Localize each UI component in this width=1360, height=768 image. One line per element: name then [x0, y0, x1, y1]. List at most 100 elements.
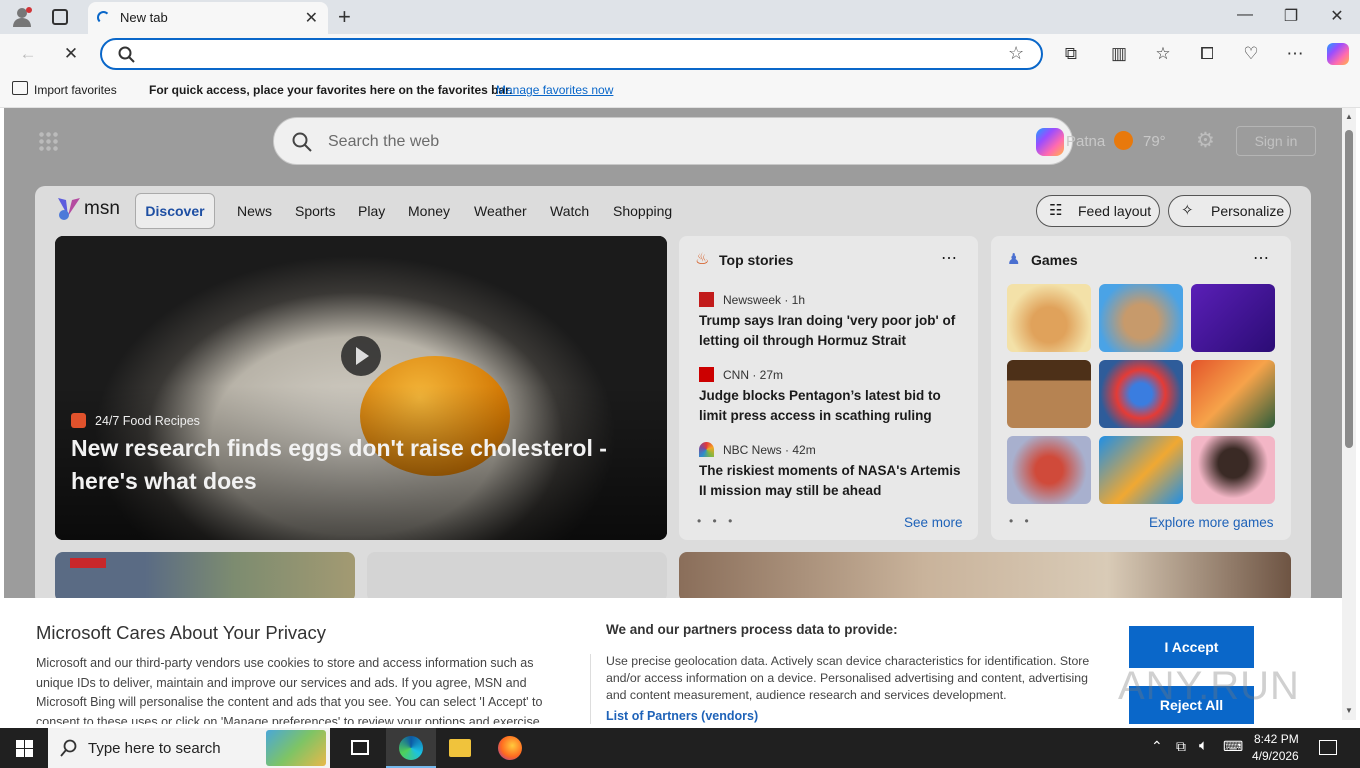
close-tab-icon[interactable]: ✕: [305, 8, 318, 28]
scroll-down-arrow[interactable]: ▼: [1345, 706, 1353, 715]
tab-actions-icon[interactable]: [52, 9, 68, 25]
show-hidden-icons[interactable]: ⌃: [1151, 738, 1163, 755]
copilot-icon[interactable]: [1036, 128, 1064, 156]
scroll-up-arrow[interactable]: ▲: [1345, 112, 1353, 121]
explore-more-games-link[interactable]: Explore more games: [1149, 515, 1274, 530]
new-tab-button[interactable]: +: [338, 4, 351, 30]
weather-temperature[interactable]: 79°: [1143, 133, 1166, 150]
accept-button[interactable]: I Accept: [1129, 626, 1254, 668]
browser-essentials-icon[interactable]: ♡: [1240, 43, 1262, 65]
more-options-icon[interactable]: ⋯: [1284, 43, 1306, 65]
nav-weather-tab[interactable]: Weather: [474, 203, 527, 219]
web-search-box[interactable]: Search the web: [273, 117, 1073, 165]
nav-sports-tab[interactable]: Sports: [295, 203, 335, 219]
nav-discover-tab[interactable]: Discover: [135, 193, 215, 229]
game-tile[interactable]: [1191, 436, 1275, 504]
msn-butterfly-icon: [58, 198, 80, 220]
game-tile[interactable]: [1007, 436, 1091, 504]
stop-loading-icon[interactable]: ✕: [60, 43, 82, 65]
taskbar-search-box[interactable]: Type here to search: [48, 728, 330, 768]
firefox-icon[interactable]: [498, 736, 522, 760]
more-options-icon[interactable]: ⋯: [1253, 248, 1269, 268]
minimize-button[interactable]: —: [1230, 6, 1260, 24]
process-title: We and our partners process data to prov…: [606, 622, 898, 637]
pagination-dots: • • •: [697, 514, 737, 528]
hero-story-card[interactable]: 24/7 Food Recipes New research finds egg…: [55, 236, 667, 540]
play-video-icon[interactable]: [341, 336, 381, 376]
close-window-button[interactable]: ✕: [1322, 6, 1352, 26]
nav-shopping-tab[interactable]: Shopping: [613, 203, 672, 219]
tab-new-tab[interactable]: New tab ✕: [88, 2, 328, 34]
extensions-icon[interactable]: ⧉: [1060, 43, 1082, 65]
feed-layout-button[interactable]: ☷ Feed layout: [1036, 195, 1160, 227]
pagination-dots: • •: [1009, 514, 1033, 528]
story-headline[interactable]: The riskiest moments of NASA's Artemis I…: [699, 461, 961, 501]
apps-grid-icon[interactable]: [38, 131, 58, 151]
favorites-bar: Import favorites For quick access, place…: [0, 72, 1360, 108]
nav-play-tab[interactable]: Play: [358, 203, 385, 219]
settings-gear-icon[interactable]: ⚙: [1196, 128, 1215, 153]
top-stories-title: Top stories: [719, 252, 794, 268]
game-tile[interactable]: [1099, 436, 1183, 504]
profile-icon[interactable]: [11, 6, 33, 28]
ime-icon[interactable]: ⌨: [1223, 738, 1243, 755]
split-screen-icon[interactable]: ▥: [1108, 43, 1130, 65]
scroll-thumb[interactable]: [1345, 130, 1353, 448]
weather-location[interactable]: Patna: [1066, 133, 1105, 150]
story-source: Newsweek · 1h: [723, 293, 806, 307]
restore-button[interactable]: ❐: [1276, 6, 1306, 26]
cnn-logo-icon: [699, 367, 714, 382]
feed-layout-label: Feed layout: [1078, 203, 1152, 219]
sign-in-button[interactable]: Sign in: [1236, 126, 1316, 156]
taskbar-search-placeholder: Type here to search: [88, 740, 221, 757]
story-headline[interactable]: Trump says Iran doing 'very poor job' of…: [699, 311, 961, 351]
game-tile[interactable]: [1007, 360, 1091, 428]
volume-icon[interactable]: 🔈︎: [1199, 737, 1208, 754]
nav-money-tab[interactable]: Money: [408, 203, 450, 219]
game-tile[interactable]: [1191, 284, 1275, 352]
back-icon[interactable]: ←: [17, 43, 39, 65]
favorites-icon[interactable]: ☆: [1152, 43, 1174, 65]
game-tile[interactable]: [1099, 360, 1183, 428]
edge-taskbar-icon[interactable]: [386, 728, 436, 768]
import-favorites-link[interactable]: Import favorites: [34, 83, 117, 97]
address-bar[interactable]: ☆: [100, 38, 1043, 70]
clock-date[interactable]: 4/9/2026: [1252, 749, 1299, 763]
source-logo-icon: [71, 413, 86, 428]
game-tile[interactable]: [1099, 284, 1183, 352]
story-source: CNN · 27m: [723, 368, 784, 382]
windows-start-icon[interactable]: [16, 740, 33, 757]
search-icon: [292, 132, 312, 152]
manage-favorites-link[interactable]: Manage favorites now: [496, 83, 613, 97]
story-headline[interactable]: Judge blocks Pentagon’s latest bid to li…: [699, 386, 961, 426]
nav-watch-tab[interactable]: Watch: [550, 203, 589, 219]
import-favorites-icon[interactable]: [12, 81, 28, 95]
game-tile[interactable]: [1191, 360, 1275, 428]
fire-icon: ♨: [695, 251, 710, 268]
file-explorer-icon[interactable]: [449, 739, 471, 757]
hero-headline[interactable]: New research finds eggs don't raise chol…: [71, 432, 631, 498]
msn-logo[interactable]: msn: [56, 195, 122, 223]
favorite-star-icon[interactable]: ☆: [1008, 43, 1024, 64]
game-tile[interactable]: [1007, 284, 1091, 352]
notifications-icon[interactable]: [1319, 740, 1337, 755]
partners-link[interactable]: List of Partners (vendors): [606, 709, 758, 723]
see-more-link[interactable]: See more: [904, 515, 963, 530]
nav-news-tab[interactable]: News: [237, 203, 272, 219]
network-icon[interactable]: ⧉: [1176, 738, 1186, 755]
more-options-icon[interactable]: ⋯: [941, 248, 957, 268]
copilot-icon[interactable]: [1327, 43, 1349, 65]
personalize-button[interactable]: ✧ Personalize: [1168, 195, 1291, 227]
nbc-logo-icon: [699, 442, 714, 457]
search-highlight-icon: [266, 730, 326, 766]
news-image-card[interactable]: [679, 552, 1291, 602]
personalize-label: Personalize: [1211, 203, 1285, 219]
collections-icon[interactable]: ⧠: [1196, 43, 1218, 65]
weather-sun-icon: [1114, 131, 1133, 150]
page-scrollbar[interactable]: ▲ ▼: [1342, 108, 1356, 720]
privacy-body: Microsoft and our third-party vendors us…: [36, 656, 543, 724]
task-view-icon[interactable]: [351, 740, 369, 755]
clock-time[interactable]: 8:42 PM: [1254, 732, 1299, 746]
news-card-placeholder[interactable]: [367, 552, 667, 602]
search-icon: [118, 46, 135, 63]
